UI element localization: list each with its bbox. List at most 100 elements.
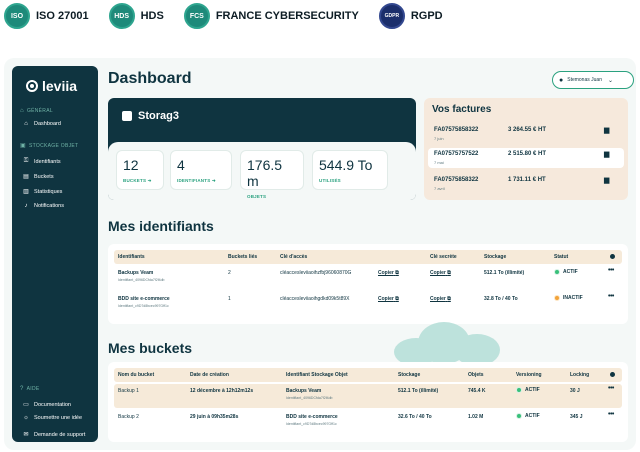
access-key: cléaccesleviiaoihzfbj96060870G (280, 270, 352, 276)
bucket-locking: 30 J (570, 388, 580, 394)
storage-header: Storag3 (122, 110, 179, 122)
bucket-storage: 512.1 To (illimité) (398, 388, 439, 394)
copy-label: Copier (430, 270, 446, 276)
more-options-icon[interactable]: ••• (608, 267, 614, 274)
invoice-date: 7 mai (434, 160, 444, 165)
storage-stats: 12 BUCKETS ➜ 4 IDENTIFIANTS ➜ 176.5 m OB… (108, 142, 416, 200)
copy-access-key-button[interactable]: Copier ⧉ (378, 270, 399, 276)
status-label: ACTIF (525, 387, 540, 393)
hds-badge-icon: HDS (108, 3, 135, 29)
table-row[interactable]: Backups Veam Identifiant_4096DCfda7f2f4d… (114, 266, 622, 290)
column-header: Nom du bucket (118, 372, 155, 378)
invoice-date: 7 avril (434, 186, 445, 191)
sidebar-item-notifications[interactable]: ♪ Notifications (22, 203, 64, 209)
more-options-icon[interactable]: ••• (608, 293, 614, 300)
table-row[interactable]: Backup 2 29 juin à 09h35m28s BDD site e-… (114, 410, 622, 434)
section-label: AIDE (26, 386, 40, 392)
cert-hds: HDS HDS (108, 3, 164, 29)
section-label: GÉNÉRAL (26, 108, 53, 114)
sidebar-item-label: Statistiques (34, 188, 63, 195)
logo-mark-icon (26, 80, 38, 92)
status-label: ACTIF (563, 269, 578, 275)
bucket-identifier-sub: Identifiant_c9D7d8bcec997Gff1c (286, 422, 337, 426)
status-dot-icon (516, 387, 522, 393)
download-icon[interactable]: ▆ (604, 176, 609, 184)
france-cybersecurity-badge-icon: FCS (183, 3, 210, 29)
table-row[interactable]: BDD site e-commerce Identifiant_c9D7d8bc… (114, 292, 622, 316)
cert-iso: ISO ISO 27001 (4, 3, 89, 29)
copy-icon: ⧉ (395, 296, 399, 302)
book-icon: ▭ (23, 402, 29, 408)
chart-icon: ▥ (23, 189, 29, 195)
invoice-row[interactable]: FA07575858322 7 juin 3 264.55 € HT ▆ (428, 124, 624, 144)
copy-icon: ⧉ (447, 270, 451, 276)
invoices-title: Vos factures (432, 104, 492, 115)
table-row[interactable]: Backup 1 12 décembre à 12h12m12s Backups… (114, 384, 622, 408)
cloud-illustration (384, 320, 504, 366)
box-small-icon: ▣ (20, 143, 26, 149)
download-icon[interactable]: ▆ (604, 126, 609, 134)
download-icon[interactable]: ▆ (604, 150, 609, 158)
stat-buckets[interactable]: 12 BUCKETS ➜ (116, 150, 164, 190)
invoice-amount: 2 515.80 € HT (508, 151, 547, 157)
sidebar-item-submit-idea[interactable]: ☼ Soumettre une idée (22, 415, 82, 421)
identifier-sub: Identifiant_4096DCfda7f2f4db (118, 278, 165, 282)
settings-dot-icon (610, 254, 615, 259)
copy-access-key-button[interactable]: Copier ⧉ (378, 296, 399, 302)
sidebar-item-label: Soumettre une idée (34, 415, 83, 421)
app-logo[interactable]: leviia (26, 78, 77, 94)
sidebar-section-help: ? AIDE (20, 386, 40, 392)
column-header: Locking (570, 372, 590, 378)
column-header: Identifiants (118, 254, 145, 260)
column-header: Clé d'accès (280, 254, 308, 260)
user-menu-button[interactable]: ● Stemonas Juan ⌄ (552, 71, 634, 89)
settings-dot-icon (610, 372, 615, 377)
bucket-identifier: Backups Veam (286, 388, 322, 394)
bucket-locking: 345 J (570, 414, 583, 420)
stat-identifiants[interactable]: 4 IDENTIFIANTS ➜ (170, 150, 232, 190)
more-options-icon[interactable]: ••• (608, 411, 614, 418)
bucket-objects: 1.02 M (468, 414, 484, 420)
buckets-table: Nom du bucket Date de création Identifia… (108, 362, 628, 442)
status-label: ACTIF (525, 413, 540, 419)
stat-value: 544.9 To (319, 157, 373, 173)
iso-badge-icon: ISO (4, 3, 30, 29)
copy-label: Copier (378, 270, 394, 276)
cert-label: FRANCE CYBERSECURITY (215, 10, 359, 22)
storage-name: Storag3 (138, 110, 179, 122)
certifications-strip: ISO ISO 27001 HDS HDS FCS FRANCE CYBERSE… (0, 0, 640, 32)
bucket-created: 29 juin à 09h35m28s (190, 414, 239, 420)
column-header: Stockage (484, 254, 507, 260)
column-header: Stockage (398, 372, 421, 378)
invoice-row[interactable]: FA07575858322 7 avril 1 731.11 € HT ▆ (428, 174, 624, 194)
bucket-objects: 745.4 K (468, 388, 486, 394)
home-icon: ⌂ (24, 121, 28, 127)
stat-value: 12 (123, 157, 139, 173)
user-avatar-icon: ● (559, 76, 564, 84)
sidebar-item-identifiants[interactable]: ⚿ Identifiants (22, 158, 61, 165)
sidebar-item-statistiques[interactable]: ▥ Statistiques (22, 188, 63, 196)
sidebar-item-buckets[interactable]: ▤ Buckets (22, 173, 53, 181)
invoice-row[interactable]: FA07575757522 7 mai 2 515.80 € HT ▆ (428, 148, 624, 168)
bucket-storage: 32.6 To / 40 To (398, 414, 432, 420)
copy-secret-key-button[interactable]: Copier ⧉ (430, 296, 451, 302)
cert-fcs: FCS FRANCE CYBERSECURITY (183, 3, 359, 29)
user-name: Stemonas Juan (567, 77, 602, 83)
more-options-icon[interactable]: ••• (608, 385, 614, 392)
sidebar-item-support[interactable]: ✉ Demande de support (22, 431, 85, 439)
status-badge: ACTIF (554, 269, 578, 275)
sidebar-item-dashboard[interactable]: ⌂ Dashboard (22, 121, 61, 127)
sidebar-item-label: Identifiants (34, 158, 61, 165)
identifiers-table: Identifiants Buckets liés Clé d'accès Cl… (108, 244, 628, 324)
invoice-id: FA07575858322 (434, 177, 479, 183)
linked-buckets: 1 (228, 296, 231, 302)
sidebar-section-storage: ▣ STOCKAGE OBJET (20, 142, 78, 150)
gdpr-badge-icon: GDPR (378, 3, 405, 29)
identifier-name: BDD site e-commerce (118, 296, 170, 302)
bell-icon: ♪ (24, 203, 28, 209)
copy-secret-key-button[interactable]: Copier ⧉ (430, 270, 451, 276)
stat-caption: OBJETS (247, 194, 267, 199)
sidebar-item-documentation[interactable]: ▭ Documentation (22, 401, 71, 409)
sidebar: leviia ⌂ GÉNÉRAL ⌂ Dashboard ▣ STOCKAGE … (12, 66, 98, 442)
linked-buckets: 2 (228, 270, 231, 276)
